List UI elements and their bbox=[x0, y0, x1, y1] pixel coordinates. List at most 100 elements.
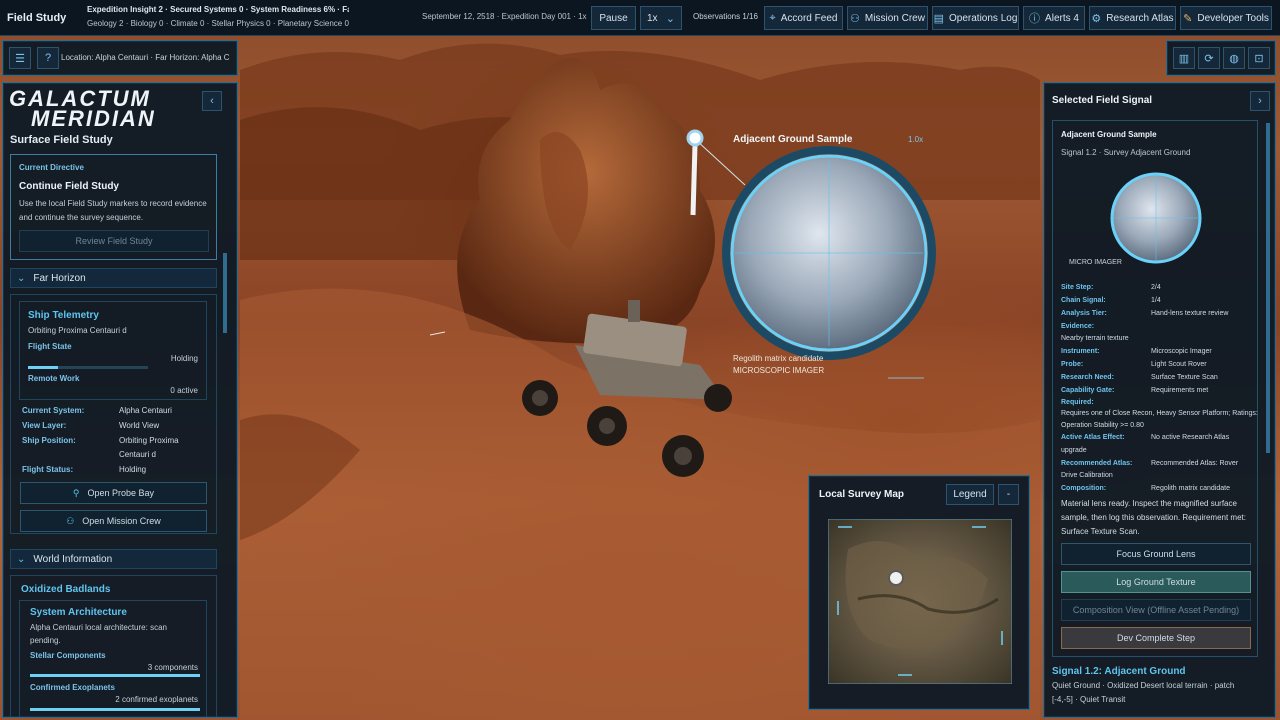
open-probe-bay-label: Open Probe Bay bbox=[87, 488, 155, 498]
atlas-icon: ⚙ bbox=[1091, 12, 1102, 25]
player-position-icon bbox=[888, 570, 904, 586]
alerts-label: Alerts 4 bbox=[1045, 12, 1079, 24]
focus-ground-lens-button[interactable]: Focus Ground Lens bbox=[1061, 543, 1251, 565]
location-bar: ☰ ? Location: Alpha Centauri · Far Horiz… bbox=[2, 40, 238, 76]
focus-view-button[interactable]: ⊡ bbox=[1248, 47, 1270, 69]
world-information-header[interactable]: ⌄ World Information bbox=[10, 549, 217, 569]
brand-line-2: MERIDIAN bbox=[31, 106, 156, 131]
developer-tools-label: Developer Tools bbox=[1197, 12, 1269, 24]
open-probe-bay-button[interactable]: ⚲ Open Probe Bay bbox=[20, 482, 207, 504]
chevron-down-icon: ⌄ bbox=[665, 12, 675, 25]
composition-view-button[interactable]: Composition View (Offline Asset Pending) bbox=[1061, 599, 1251, 621]
map-view-button[interactable]: ▥ bbox=[1173, 47, 1195, 69]
signal-detail-value: Drive Calibration bbox=[1061, 472, 1113, 479]
mission-crew-label: Mission Crew bbox=[864, 12, 925, 24]
signal-detail-key: Recommended Atlas: bbox=[1061, 460, 1133, 467]
architecture-card: System Architecture Alpha Centauri local… bbox=[19, 600, 207, 717]
signal-detail-key: Active Atlas Effect: bbox=[1061, 434, 1125, 441]
map-icon: ▥ bbox=[1178, 52, 1190, 65]
remote-work-label: Remote Work bbox=[28, 374, 80, 383]
signal-detail-key: Capability Gate: bbox=[1061, 387, 1115, 394]
right-scrollbar[interactable] bbox=[1266, 123, 1270, 453]
telemetry-card: Ship Telemetry Orbiting Proxima Centauri… bbox=[19, 301, 207, 400]
location-text: Location: Alpha Centauri · Far Horizon: … bbox=[61, 53, 230, 62]
signal-detail-value: No active Research Atlas bbox=[1151, 434, 1230, 441]
far-horizon-header[interactable]: ⌄ Far Horizon bbox=[10, 268, 217, 288]
chevron-right-icon: › bbox=[1258, 95, 1262, 107]
signal-detail-value: 2/4 bbox=[1151, 284, 1161, 291]
ship-info-value: Alpha Centauri bbox=[119, 406, 172, 415]
field-marker[interactable] bbox=[686, 129, 704, 147]
globe-view-button[interactable]: ◍ bbox=[1223, 47, 1245, 69]
minimap-collapse-button[interactable]: - bbox=[998, 484, 1019, 505]
sample-title: Adjacent Ground Sample bbox=[733, 134, 853, 145]
brand-subtitle: Surface Field Study bbox=[10, 134, 113, 146]
pause-button[interactable]: Pause bbox=[591, 6, 636, 30]
world-card: Oxidized Badlands System Architecture Al… bbox=[10, 575, 217, 717]
status-line-1: Expedition Insight 2 · Secured Systems 0… bbox=[87, 5, 349, 14]
rotate-view-button[interactable]: ⟳ bbox=[1198, 47, 1220, 69]
speed-select[interactable]: 1x ⌄ bbox=[640, 6, 682, 30]
app-title: Field Study bbox=[7, 12, 67, 24]
magnifier-zoom: 1.0x bbox=[908, 135, 924, 144]
flight-state-value: Holding bbox=[170, 354, 198, 363]
signal-detail-value: Nearby terrain texture bbox=[1061, 335, 1129, 342]
telemetry-subtitle: Orbiting Proxima Centauri d bbox=[28, 326, 127, 335]
menu-button[interactable]: ☰ bbox=[9, 47, 31, 69]
log-ground-texture-button[interactable]: Log Ground Texture bbox=[1061, 571, 1251, 593]
view-controls: ▥ ⟳ ◍ ⊡ bbox=[1166, 40, 1276, 76]
directive-label: Current Directive bbox=[19, 163, 84, 172]
signal-card: Adjacent Ground Sample Signal 1.2 · Surv… bbox=[1052, 120, 1258, 657]
flight-state-label: Flight State bbox=[28, 342, 72, 351]
signal-detail-value: Recommended Atlas: Rover bbox=[1151, 460, 1239, 467]
dev-complete-step-button[interactable]: Dev Complete Step bbox=[1061, 627, 1251, 649]
log-icon: ▤ bbox=[933, 12, 944, 25]
pause-label: Pause bbox=[599, 12, 628, 24]
far-horizon-title: Far Horizon bbox=[33, 272, 86, 284]
architecture-text-2: pending. bbox=[30, 636, 61, 645]
directive-card: Current Directive Continue Field Study U… bbox=[10, 154, 217, 260]
crew-icon: ⚇ bbox=[850, 12, 860, 25]
signal-detail-value: Hand-lens texture review bbox=[1151, 310, 1229, 317]
developer-tools-button[interactable]: ✎ Developer Tools bbox=[1180, 6, 1272, 30]
signal-detail-key: Required: bbox=[1061, 399, 1094, 406]
research-atlas-label: Research Atlas bbox=[1106, 12, 1174, 24]
signal-detail-value: 1/4 bbox=[1151, 297, 1161, 304]
rotate-icon: ⟳ bbox=[1204, 52, 1214, 65]
collapse-label: - bbox=[1006, 489, 1011, 500]
signal-detail-value: Microscopic Imager bbox=[1151, 348, 1212, 355]
alert-icon: ⓘ bbox=[1029, 13, 1041, 25]
signal-note-1: Material lens ready. Inspect the magnifi… bbox=[1061, 499, 1237, 508]
accord-feed-label: Accord Feed bbox=[780, 12, 838, 24]
signal-detail-value: Regolith matrix candidate bbox=[1151, 485, 1230, 492]
help-button[interactable]: ? bbox=[37, 47, 59, 69]
ship-info-value: Holding bbox=[119, 465, 147, 474]
ship-info-key: Current System: bbox=[22, 406, 85, 415]
operations-log-button[interactable]: ▤ Operations Log bbox=[932, 6, 1019, 30]
focus-icon: ⊡ bbox=[1254, 52, 1264, 65]
left-panel: GALACTUM MERIDIAN ‹ Surface Field Study … bbox=[2, 82, 238, 718]
local-survey-map: Local Survey Map Legend - bbox=[808, 475, 1030, 710]
signal-detail-value: Requires one of Close Recon, Heavy Senso… bbox=[1061, 410, 1258, 417]
remote-work-value: 0 active bbox=[170, 386, 198, 395]
research-atlas-button[interactable]: ⚙ Research Atlas bbox=[1089, 6, 1176, 30]
collapse-left-button[interactable]: ‹ bbox=[202, 91, 222, 111]
signal-detail-key: Chain Signal: bbox=[1061, 297, 1106, 304]
right-panel: Selected Field Signal › Adjacent Ground … bbox=[1043, 82, 1276, 718]
magnifier-caption-2: MICROSCOPIC IMAGER bbox=[733, 366, 825, 375]
open-mission-crew-button[interactable]: ⚇ Open Mission Crew bbox=[20, 510, 207, 532]
left-scrollbar[interactable] bbox=[223, 253, 227, 333]
minimap-canvas[interactable] bbox=[828, 519, 1012, 684]
legend-button[interactable]: Legend bbox=[946, 484, 994, 505]
ship-info-key: View Layer: bbox=[22, 421, 67, 430]
flight-state-progress bbox=[28, 366, 148, 369]
telemetry-title: Ship Telemetry bbox=[28, 310, 99, 321]
accord-feed-button[interactable]: ⌖ Accord Feed bbox=[764, 6, 843, 30]
mission-crew-button[interactable]: ⚇ Mission Crew bbox=[847, 6, 928, 30]
operations-log-label: Operations Log bbox=[949, 12, 1018, 24]
alerts-button[interactable]: ⓘ Alerts 4 bbox=[1023, 6, 1085, 30]
collapse-right-button[interactable]: › bbox=[1250, 91, 1270, 111]
signal-detail-key: Instrument: bbox=[1061, 348, 1100, 355]
signal-footer-title: Signal 1.2: Adjacent Ground bbox=[1052, 666, 1186, 677]
review-field-study-button[interactable]: Review Field Study bbox=[19, 230, 209, 252]
